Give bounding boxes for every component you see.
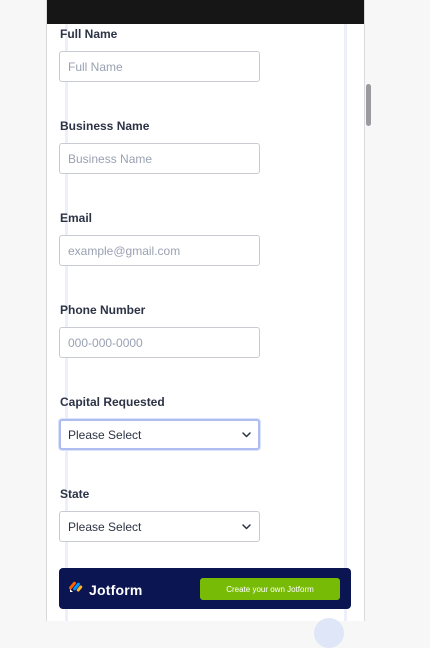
top-bar (47, 0, 364, 24)
state-select[interactable]: Please Select (59, 511, 260, 542)
business-name-input[interactable] (59, 143, 260, 174)
capital-requested-label: Capital Requested (60, 395, 165, 409)
page-scrollbar-thumb[interactable] (366, 84, 371, 126)
chevron-down-icon (241, 522, 251, 532)
floating-action-button[interactable] (314, 618, 344, 648)
jotform-banner: Jotform Create your own Jotform (59, 568, 351, 609)
state-value: Please Select (68, 519, 142, 534)
full-name-label: Full Name (60, 27, 118, 41)
email-label: Email (60, 211, 93, 225)
capital-requested-select[interactable]: Please Select (59, 419, 260, 450)
phone-number-input[interactable] (59, 327, 260, 358)
phone-number-label: Phone Number (60, 303, 146, 317)
business-name-label: Business Name (60, 119, 150, 133)
jotform-brand[interactable]: Jotform (69, 580, 143, 599)
jotform-brand-name: Jotform (89, 581, 143, 598)
full-name-input[interactable] (59, 51, 260, 82)
chevron-down-icon (241, 430, 251, 440)
create-jotform-button[interactable]: Create your own Jotform (200, 578, 340, 600)
jotform-logo-icon (69, 580, 83, 599)
state-label: State (60, 487, 90, 501)
capital-requested-value: Please Select (68, 427, 142, 442)
email-input[interactable] (59, 235, 260, 266)
